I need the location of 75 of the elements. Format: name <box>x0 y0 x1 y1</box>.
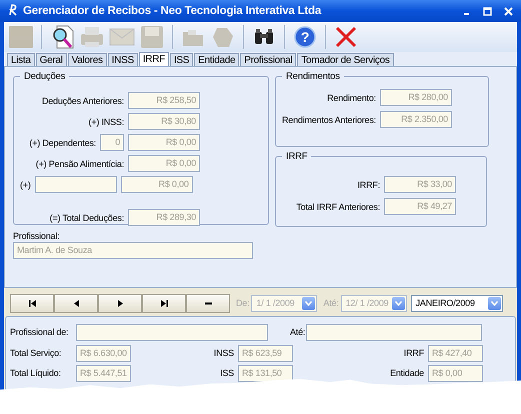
field-label: IRRF: <box>358 180 380 190</box>
close-icon[interactable] <box>333 24 359 50</box>
minus-icon <box>204 300 212 306</box>
input-field[interactable] <box>34 176 117 193</box>
first-icon <box>28 300 36 306</box>
value-field[interactable]: R$ 0,00 <box>128 155 200 172</box>
value-field[interactable]: R$ 30,80 <box>128 113 200 130</box>
field-label: ISS <box>219 368 234 378</box>
tab[interactable]: ISS <box>170 53 194 66</box>
last-button[interactable] <box>142 294 186 312</box>
field-label: Rendimento: <box>327 92 376 102</box>
value-field[interactable]: R$ 5.447,51 <box>76 364 131 382</box>
tab[interactable]: IRRF <box>138 52 169 66</box>
tab[interactable]: Lista <box>7 53 35 66</box>
next-icon <box>116 300 124 306</box>
group-title: Deduções <box>23 71 66 82</box>
dropdown-icon[interactable] <box>392 296 405 310</box>
previous-icon <box>72 300 80 306</box>
maximize-icon[interactable] <box>483 6 492 16</box>
dropdown-icon[interactable] <box>488 296 501 310</box>
value-field[interactable]: R$ 49,27 <box>384 198 456 215</box>
tab[interactable]: Entidade <box>194 53 240 66</box>
count-field[interactable]: 0 <box>100 134 124 151</box>
value-field[interactable]: R$ 623,59 <box>238 344 293 362</box>
field-label: Deduções Anteriores: <box>42 96 124 106</box>
field-label: INSS <box>212 348 234 358</box>
month-dropdown[interactable]: JANEIRO/2009 <box>410 294 503 312</box>
next-button[interactable] <box>98 294 142 312</box>
field-label: (+) <box>20 180 31 190</box>
date-picker[interactable]: 1/ 1 /2009 <box>251 294 318 312</box>
tab[interactable]: INSS <box>108 53 138 66</box>
tab[interactable]: Profissional <box>240 53 296 66</box>
field-label: Profissional: <box>13 231 60 241</box>
field-label: Profissional de: <box>9 327 70 337</box>
input-field[interactable] <box>76 324 268 340</box>
field-label: Até: <box>290 327 306 337</box>
value-field[interactable]: R$ 0,00 <box>120 176 193 193</box>
last-icon <box>160 300 168 306</box>
value-field[interactable]: R$ 2.350,00 <box>380 111 452 128</box>
field-label: IRRF <box>402 348 424 358</box>
dropdown-icon[interactable] <box>302 296 316 310</box>
value-field[interactable]: R$ 289,30 <box>128 209 200 226</box>
field-label: Rendimentos Anteriores: <box>282 114 376 124</box>
first-button[interactable] <box>10 294 54 312</box>
field-label: (+) Pensão Alimentícia: <box>36 158 124 168</box>
value-field[interactable]: R$ 0,00 <box>128 134 200 151</box>
app-logo-icon <box>8 4 18 18</box>
profissional-field[interactable]: Martim A. de Souza <box>13 242 253 259</box>
value-field[interactable]: R$ 258,50 <box>128 92 200 109</box>
previous-button[interactable] <box>54 294 98 312</box>
close-icon[interactable] <box>504 6 513 16</box>
value-field[interactable]: R$ 131,50 <box>238 364 293 382</box>
field-label: Total IRRF Anteriores: <box>296 202 380 212</box>
field-label: Total Líquido: <box>9 368 62 378</box>
tab[interactable]: Tomador de Serviços <box>297 53 394 66</box>
value-field[interactable]: R$ 0,00 <box>428 364 483 382</box>
help-icon[interactable]: ? <box>292 24 318 50</box>
field-label: Entidade <box>389 368 424 378</box>
date-picker[interactable]: 12/ 1 /2009 <box>340 294 407 312</box>
field-label: Até: <box>323 298 339 308</box>
input-field[interactable] <box>306 324 482 340</box>
group-title: IRRF <box>285 151 308 162</box>
value-field[interactable]: R$ 280,00 <box>380 89 452 106</box>
field-label: (=) Total Deduções: <box>50 212 124 222</box>
field-label: (+) INSS: <box>88 116 124 126</box>
value-field[interactable]: R$ 33,00 <box>384 176 456 193</box>
tab[interactable]: Valores <box>68 53 107 66</box>
value-field[interactable]: R$ 427,40 <box>428 344 483 362</box>
group-title: Rendimentos <box>285 71 341 82</box>
field-label: (+) Dependentes: <box>29 138 96 148</box>
window-title: Gerenciador de Recibos - Neo Tecnologia Interativa Ltda <box>23 5 322 17</box>
tab[interactable]: Geral <box>36 53 67 66</box>
field-label: De: <box>236 298 250 308</box>
field-label: Total Serviço: <box>9 348 62 358</box>
value-field[interactable]: R$ 6.630,00 <box>76 344 131 362</box>
